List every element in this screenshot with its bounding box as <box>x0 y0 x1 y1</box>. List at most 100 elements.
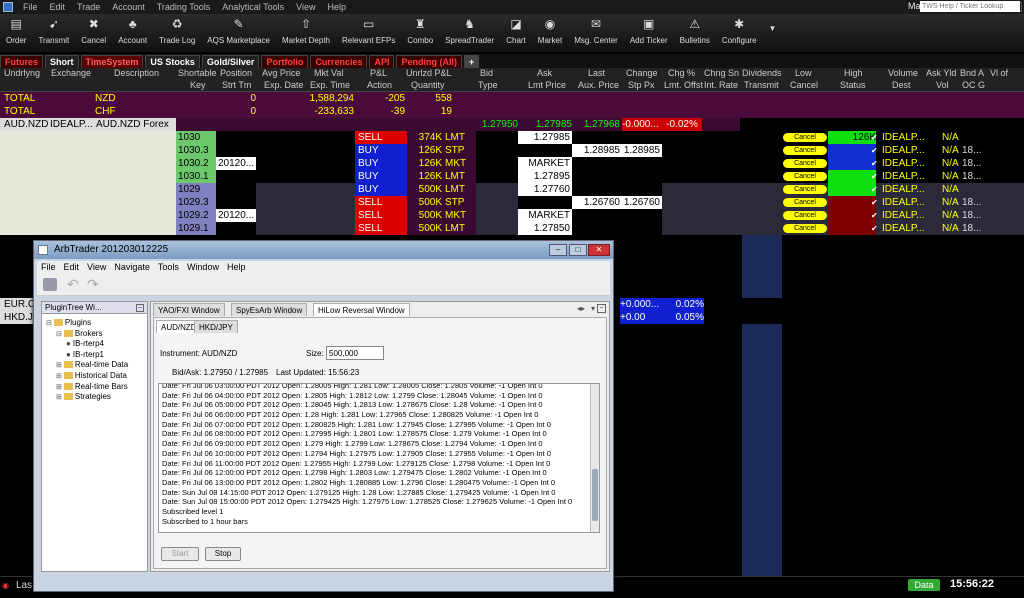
order-row[interactable]: 1029.2 20120... SELL 500K MKT MARKET Cancel ✔ ID… <box>0 209 1024 222</box>
col-undrlyng[interactable]: Undrlyng <box>4 68 40 78</box>
stop-button[interactable]: Stop <box>205 547 241 561</box>
redo-icon[interactable]: ↷ <box>87 276 99 293</box>
col-oc-g[interactable]: OC G <box>962 80 985 90</box>
tab-portfolio[interactable]: Portfolio <box>261 54 309 68</box>
size-input[interactable] <box>326 346 384 360</box>
menu-help[interactable]: Help <box>322 2 353 12</box>
col-lmt-offst[interactable]: Lmt. Offst <box>664 80 703 90</box>
col-bid[interactable]: Bid <box>480 68 493 78</box>
col-p-l[interactable]: P&L <box>370 68 387 78</box>
log-scrollbar-thumb[interactable] <box>592 469 598 521</box>
expand-icon[interactable]: ⊞ <box>56 394 62 401</box>
arb-menu-file[interactable]: File <box>37 261 60 274</box>
col-ask-yld[interactable]: Ask Yld <box>926 68 956 78</box>
arb-menu-tools[interactable]: Tools <box>154 261 183 274</box>
tree-node-ib-rterp1[interactable]: ● IB-rterp1 <box>66 350 104 359</box>
col-bnd-a[interactable]: Bnd A <box>960 68 984 78</box>
col-avg-price[interactable]: Avg Price <box>262 68 300 78</box>
arb-menu-help[interactable]: Help <box>223 261 250 274</box>
col-description[interactable]: Description <box>114 68 159 78</box>
tab-futures[interactable]: Futures <box>0 54 44 68</box>
arb-maximize-button[interactable]: □ <box>569 244 587 256</box>
tab-add[interactable]: + <box>463 54 480 68</box>
menu-account[interactable]: Account <box>106 2 151 12</box>
tab-pending-all[interactable]: Pending (All) <box>396 54 462 68</box>
col-exchange[interactable]: Exchange <box>51 68 91 78</box>
col-high[interactable]: High <box>844 68 863 78</box>
toolbar-more-icon[interactable]: ▼ <box>763 14 783 33</box>
col-last[interactable]: Last <box>588 68 605 78</box>
tab-us-stocks[interactable]: US Stocks <box>145 54 200 68</box>
col-chng-sn[interactable]: Chng Sn <box>704 68 739 78</box>
arb-menu-edit[interactable]: Edit <box>60 261 84 274</box>
tree-node-real-time-bars[interactable]: ⊞ Real-time Bars <box>56 382 128 391</box>
col-unrlzd-p-l[interactable]: Unrlzd P&L <box>406 68 452 78</box>
col-strt-tm[interactable]: Strt Tm <box>222 80 251 90</box>
arbtrader-title-bar[interactable]: ArbTrader 201203012225 – □ ✕ <box>34 241 613 259</box>
col-exp-date[interactable]: Exp. Date <box>264 80 304 90</box>
panel-minimize-icon[interactable]: – <box>136 304 144 312</box>
col-action[interactable]: Action <box>367 80 392 90</box>
toolbar-configure-button[interactable]: ✱ Configure <box>716 14 763 45</box>
toolbar-market-depth-button[interactable]: ⇧ Market Depth <box>276 14 336 45</box>
col-status[interactable]: Status <box>840 80 866 90</box>
tree-node-plugins[interactable]: ⊟ Plugins <box>46 318 91 327</box>
col-vl-of[interactable]: Vl of <box>990 68 1008 78</box>
tab-scroll-arrows[interactable]: ◂▸ <box>577 304 585 313</box>
tab-gold-silver[interactable]: Gold/Silver <box>201 54 260 68</box>
col-shortable[interactable]: Shortable <box>178 68 217 78</box>
tree-node-real-time-data[interactable]: ⊞ Real-time Data <box>56 360 128 369</box>
tree-node-ib-rterp4[interactable]: ● IB-rterp4 <box>66 339 104 348</box>
col-stp-px[interactable]: Stp Px <box>628 80 655 90</box>
tree-node-historical-data[interactable]: ⊞ Historical Data <box>56 371 127 380</box>
order-cancel-button[interactable]: Cancel <box>783 185 827 194</box>
order-cancel-button[interactable]: Cancel <box>783 198 827 207</box>
toolbar-add-ticker-button[interactable]: ▣ Add Ticker <box>624 14 674 45</box>
col-change[interactable]: Change <box>626 68 658 78</box>
window-tab-hilow-reversal-window[interactable]: HiLow Reversal Window <box>313 303 410 316</box>
menu-analytical-tools[interactable]: Analytical Tools <box>216 2 290 12</box>
col-dividends[interactable]: Dividends <box>742 68 782 78</box>
expand-icon[interactable]: ⊞ <box>56 373 62 380</box>
order-row[interactable]: 1030.3 BUY 126K STP 1.28985 1.28985 Cancel ✔ IDE… <box>0 144 1024 157</box>
toolbar-relevant-efps-button[interactable]: ▭ Relevant EFPs <box>336 14 401 45</box>
toolbar-transmit-button[interactable]: ➹ Transmit <box>32 14 75 45</box>
tab-timesystem[interactable]: TimeSystem <box>80 54 144 68</box>
col-exp-time[interactable]: Exp. Time <box>310 80 350 90</box>
order-cancel-button[interactable]: Cancel <box>783 172 827 181</box>
instrument-tab-hkd-jpy[interactable]: HKD/JPY <box>194 320 238 333</box>
save-icon[interactable] <box>43 278 57 291</box>
col-position[interactable]: Position <box>220 68 252 78</box>
arb-menu-view[interactable]: View <box>83 261 110 274</box>
menu-view[interactable]: View <box>290 2 321 12</box>
menu-trading-tools[interactable]: Trading Tools <box>151 2 217 12</box>
menu-trade[interactable]: Trade <box>71 2 106 12</box>
order-row[interactable]: 1029.1 SELL 500K LMT 1.27850 Cancel ✔ IDEALP...… <box>0 222 1024 235</box>
order-row[interactable]: 1029 BUY 500K LMT 1.27760 Cancel ✔ IDEALP... N/A <box>0 183 1024 196</box>
tree-node-strategies[interactable]: ⊞ Strategies <box>56 392 111 401</box>
order-row[interactable]: 1030.2 20120... BUY 126K MKT MARKET Cancel ✔ IDE… <box>0 157 1024 170</box>
data-indicator[interactable]: Data <box>908 579 940 591</box>
total-row[interactable]: TOTAL NZD 0 1,588,294 -205 558 <box>0 92 1024 105</box>
col-cancel[interactable]: Cancel <box>790 80 818 90</box>
arb-minimize-button[interactable]: – <box>549 244 567 256</box>
window-tab-yao-fxi-window[interactable]: YAO/FXI Window <box>153 303 225 316</box>
order-cancel-button[interactable]: Cancel <box>783 159 827 168</box>
tab-list-icon[interactable]: ▾ <box>591 304 595 313</box>
order-cancel-button[interactable]: Cancel <box>783 146 827 155</box>
toolbar-spreadtrader-button[interactable]: ♞ SpreadTrader <box>439 14 500 45</box>
order-row[interactable]: 1030 SELL 374K LMT 1.27985 Cancel 126K ✔ IDEALP.… <box>0 131 1024 144</box>
col-int-rate[interactable]: Int. Rate <box>704 80 738 90</box>
total-row[interactable]: TOTAL CHF 0 -233,633 -39 19 <box>0 105 1024 118</box>
toolbar-account-button[interactable]: ♣ Account <box>112 14 153 45</box>
toolbar-order-button[interactable]: ▤ Order <box>0 14 32 45</box>
order-row[interactable]: 1029.3 SELL 500K STP 1.26760 1.26760 Cancel ✔ ID… <box>0 196 1024 209</box>
order-row[interactable]: 1030.1 BUY 126K LMT 1.27895 Cancel ✔ IDEALP... N… <box>0 170 1024 183</box>
col-lmt-price[interactable]: Lmt Price <box>528 80 566 90</box>
col-low[interactable]: Low <box>795 68 812 78</box>
window-tab-spyesarb-window[interactable]: SpyEsArb Window <box>231 303 308 316</box>
tab-currencies[interactable]: Currencies <box>310 54 368 68</box>
toolbar-msg-center-button[interactable]: ✉ Msg. Center <box>568 14 624 45</box>
col-ask[interactable]: Ask <box>537 68 552 78</box>
tab-short[interactable]: Short <box>45 54 79 68</box>
